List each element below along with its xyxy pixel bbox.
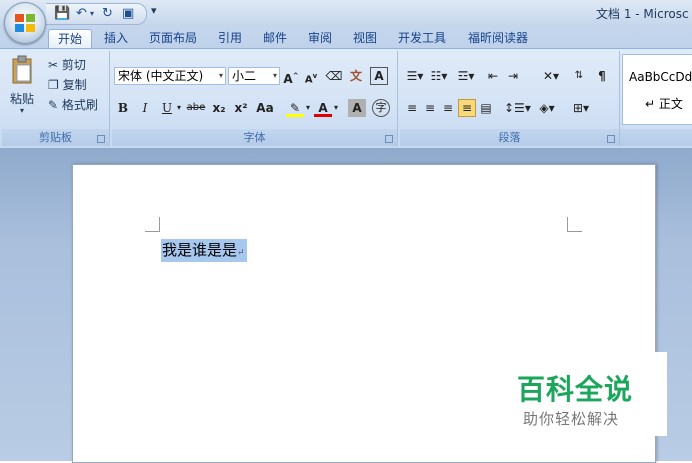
copy-button[interactable]: ❐ 复制 [48, 77, 87, 93]
tab-developer[interactable]: 开发工具 [392, 29, 452, 48]
style-preview-text: AaBbCcDd [629, 70, 692, 84]
highlight-color-icon[interactable]: ✎ [286, 99, 304, 117]
italic-button[interactable]: I [138, 99, 152, 117]
customize-qat-icon[interactable]: ▾ [151, 4, 157, 17]
grow-font-button[interactable]: A^ [282, 67, 300, 86]
ribbon-tabs: 开始 插入 页面布局 引用 邮件 审阅 视图 开发工具 福昕阅读器 [0, 26, 692, 49]
selected-text[interactable]: 我是谁是是↵ [161, 239, 247, 262]
line-spacing-icon[interactable]: ↕☰▾ [504, 99, 531, 117]
format-painter-button[interactable]: ✎ 格式刷 [48, 97, 98, 113]
redo-icon[interactable]: ↻ [102, 6, 113, 22]
watermark-logo: 百科全说 助你轻松解决 [500, 352, 667, 436]
phonetic-guide-icon[interactable]: 文 [346, 67, 366, 85]
margin-corner-top-right [567, 217, 582, 232]
font-group-label: 字体 [112, 129, 397, 146]
font-name-value: 宋体 (中文正文) [118, 69, 204, 83]
clear-format-icon[interactable]: ⌫ [324, 67, 344, 85]
show-marks-icon[interactable]: ¶ [594, 67, 610, 85]
tab-page-layout[interactable]: 页面布局 [143, 29, 203, 48]
tab-foxit-reader[interactable]: 福昕阅读器 [462, 29, 534, 48]
undo-icon[interactable]: ↶ [76, 6, 87, 22]
margin-corner-top-left [145, 217, 160, 232]
copy-label: 复制 [62, 78, 87, 92]
shrink-font-button[interactable]: Av [302, 67, 320, 85]
grow-font-label: A [283, 72, 293, 86]
char-border-button[interactable]: A [370, 67, 388, 85]
ribbon: 粘贴 ▾ ✂ 剪切 ❐ 复制 ✎ 格式刷 剪贴板 宋体 (中文正文) ▾ 小二 … [0, 48, 692, 149]
office-button[interactable] [4, 2, 46, 44]
align-center-icon[interactable]: ≡ [422, 99, 438, 117]
font-color-icon[interactable]: A [314, 99, 332, 117]
quick-access-toolbar: 💾 ↶ ▾ ↻ ▣ [46, 3, 147, 25]
scissors-icon: ✂ [48, 58, 59, 72]
copy-icon: ❐ [48, 78, 59, 92]
window-title: 文档 1 - Microsc [596, 7, 689, 21]
save-icon[interactable]: 💾 [54, 6, 70, 22]
clipboard-group: 粘贴 ▾ ✂ 剪切 ❐ 复制 ✎ 格式刷 剪贴板 [2, 51, 110, 146]
align-right-icon[interactable]: ≡ [440, 99, 456, 117]
paste-icon [12, 55, 32, 84]
numbering-icon[interactable]: ☷▾ [428, 67, 450, 85]
styles-group-label [620, 129, 692, 146]
tab-home[interactable]: 开始 [48, 29, 92, 49]
format-painter-label: 格式刷 [61, 98, 98, 112]
font-size-dropdown-icon[interactable]: ▾ [273, 68, 277, 84]
paragraph-group: ☰▾ ☷▾ ☲▾ ⇤ ⇥ ✕▾ ⇅ ¶ ≡ ≡ ≡ ≡ ▤ ↕☰▾ ◈▾ ⊞▾ … [400, 51, 620, 146]
cut-label: 剪切 [61, 58, 86, 72]
underline-button[interactable]: U [160, 99, 174, 117]
tab-references[interactable]: 引用 [212, 29, 248, 48]
underline-dropdown-icon[interactable]: ▾ [175, 99, 183, 117]
bold-button[interactable]: B [116, 99, 130, 117]
paste-dropdown-icon: ▾ [19, 106, 24, 115]
tab-mailings[interactable]: 邮件 [257, 29, 293, 48]
strikethrough-button[interactable]: abe [184, 99, 208, 117]
change-case-button[interactable]: Aa [254, 99, 276, 117]
highlight-dropdown-icon[interactable]: ▾ [304, 99, 312, 117]
font-name-combo[interactable]: 宋体 (中文正文) ▾ [114, 67, 226, 85]
style-normal-preview[interactable]: AaBbCcDd ↵ 正文 [622, 54, 692, 125]
multilevel-list-icon[interactable]: ☲▾ [454, 67, 478, 85]
paragraph-launcher-icon[interactable] [607, 135, 615, 143]
font-group: 宋体 (中文正文) ▾ 小二 ▾ A^ Av ⌫ 文 A B I U ▾ abe… [112, 51, 398, 146]
brush-icon: ✎ [48, 98, 59, 112]
justify-icon[interactable]: ≡ [458, 99, 476, 117]
office-logo-icon [15, 14, 35, 32]
paste-button[interactable]: 粘贴 ▾ [8, 55, 36, 115]
subscript-button[interactable]: x₂ [210, 99, 228, 117]
sort-icon[interactable]: ⇅ [570, 67, 588, 85]
bullets-icon[interactable]: ☰▾ [404, 67, 426, 85]
font-launcher-icon[interactable] [385, 135, 393, 143]
paragraph-group-label: 段落 [400, 129, 619, 146]
font-color-dropdown-icon[interactable]: ▾ [332, 99, 340, 117]
document-text: 我是谁是是 [162, 241, 238, 259]
distribute-icon[interactable]: ▤ [478, 99, 494, 117]
borders-icon[interactable]: ⊞▾ [566, 99, 596, 117]
style-normal-label: ↵ 正文 [645, 97, 683, 111]
font-name-dropdown-icon[interactable]: ▾ [219, 68, 223, 84]
tab-insert[interactable]: 插入 [98, 29, 134, 48]
undo-dropdown-icon[interactable]: ▾ [90, 6, 94, 22]
increase-indent-icon[interactable]: ⇥ [504, 67, 522, 85]
title-bar: 💾 ↶ ▾ ↻ ▣ ▾ 文档 1 - Microsc [0, 0, 692, 26]
clipboard-group-label: 剪贴板 [2, 129, 109, 146]
align-left-icon[interactable]: ≡ [404, 99, 420, 117]
clipboard-launcher-icon[interactable] [97, 135, 105, 143]
enclose-char-button[interactable]: 字 [372, 99, 390, 117]
cut-button[interactable]: ✂ 剪切 [48, 57, 86, 73]
font-size-value: 小二 [232, 69, 257, 83]
paste-label: 粘贴 [9, 92, 34, 106]
char-shading-button[interactable]: A [348, 99, 366, 117]
tab-review[interactable]: 审阅 [302, 29, 338, 48]
superscript-button[interactable]: x² [232, 99, 250, 117]
watermark-title: 百科全说 [517, 373, 634, 406]
font-size-combo[interactable]: 小二 ▾ [228, 67, 280, 85]
shading-icon[interactable]: ◈▾ [534, 99, 560, 117]
chinese-layout-icon[interactable]: ✕▾ [540, 67, 562, 85]
watermark-subtitle: 助你轻松解决 [523, 410, 620, 428]
paragraph-mark: ↵ [237, 248, 245, 258]
tab-view[interactable]: 视图 [347, 29, 383, 48]
decrease-indent-icon[interactable]: ⇤ [484, 67, 502, 85]
print-preview-icon[interactable]: ▣ [122, 6, 134, 22]
shrink-font-label: A [304, 74, 313, 86]
